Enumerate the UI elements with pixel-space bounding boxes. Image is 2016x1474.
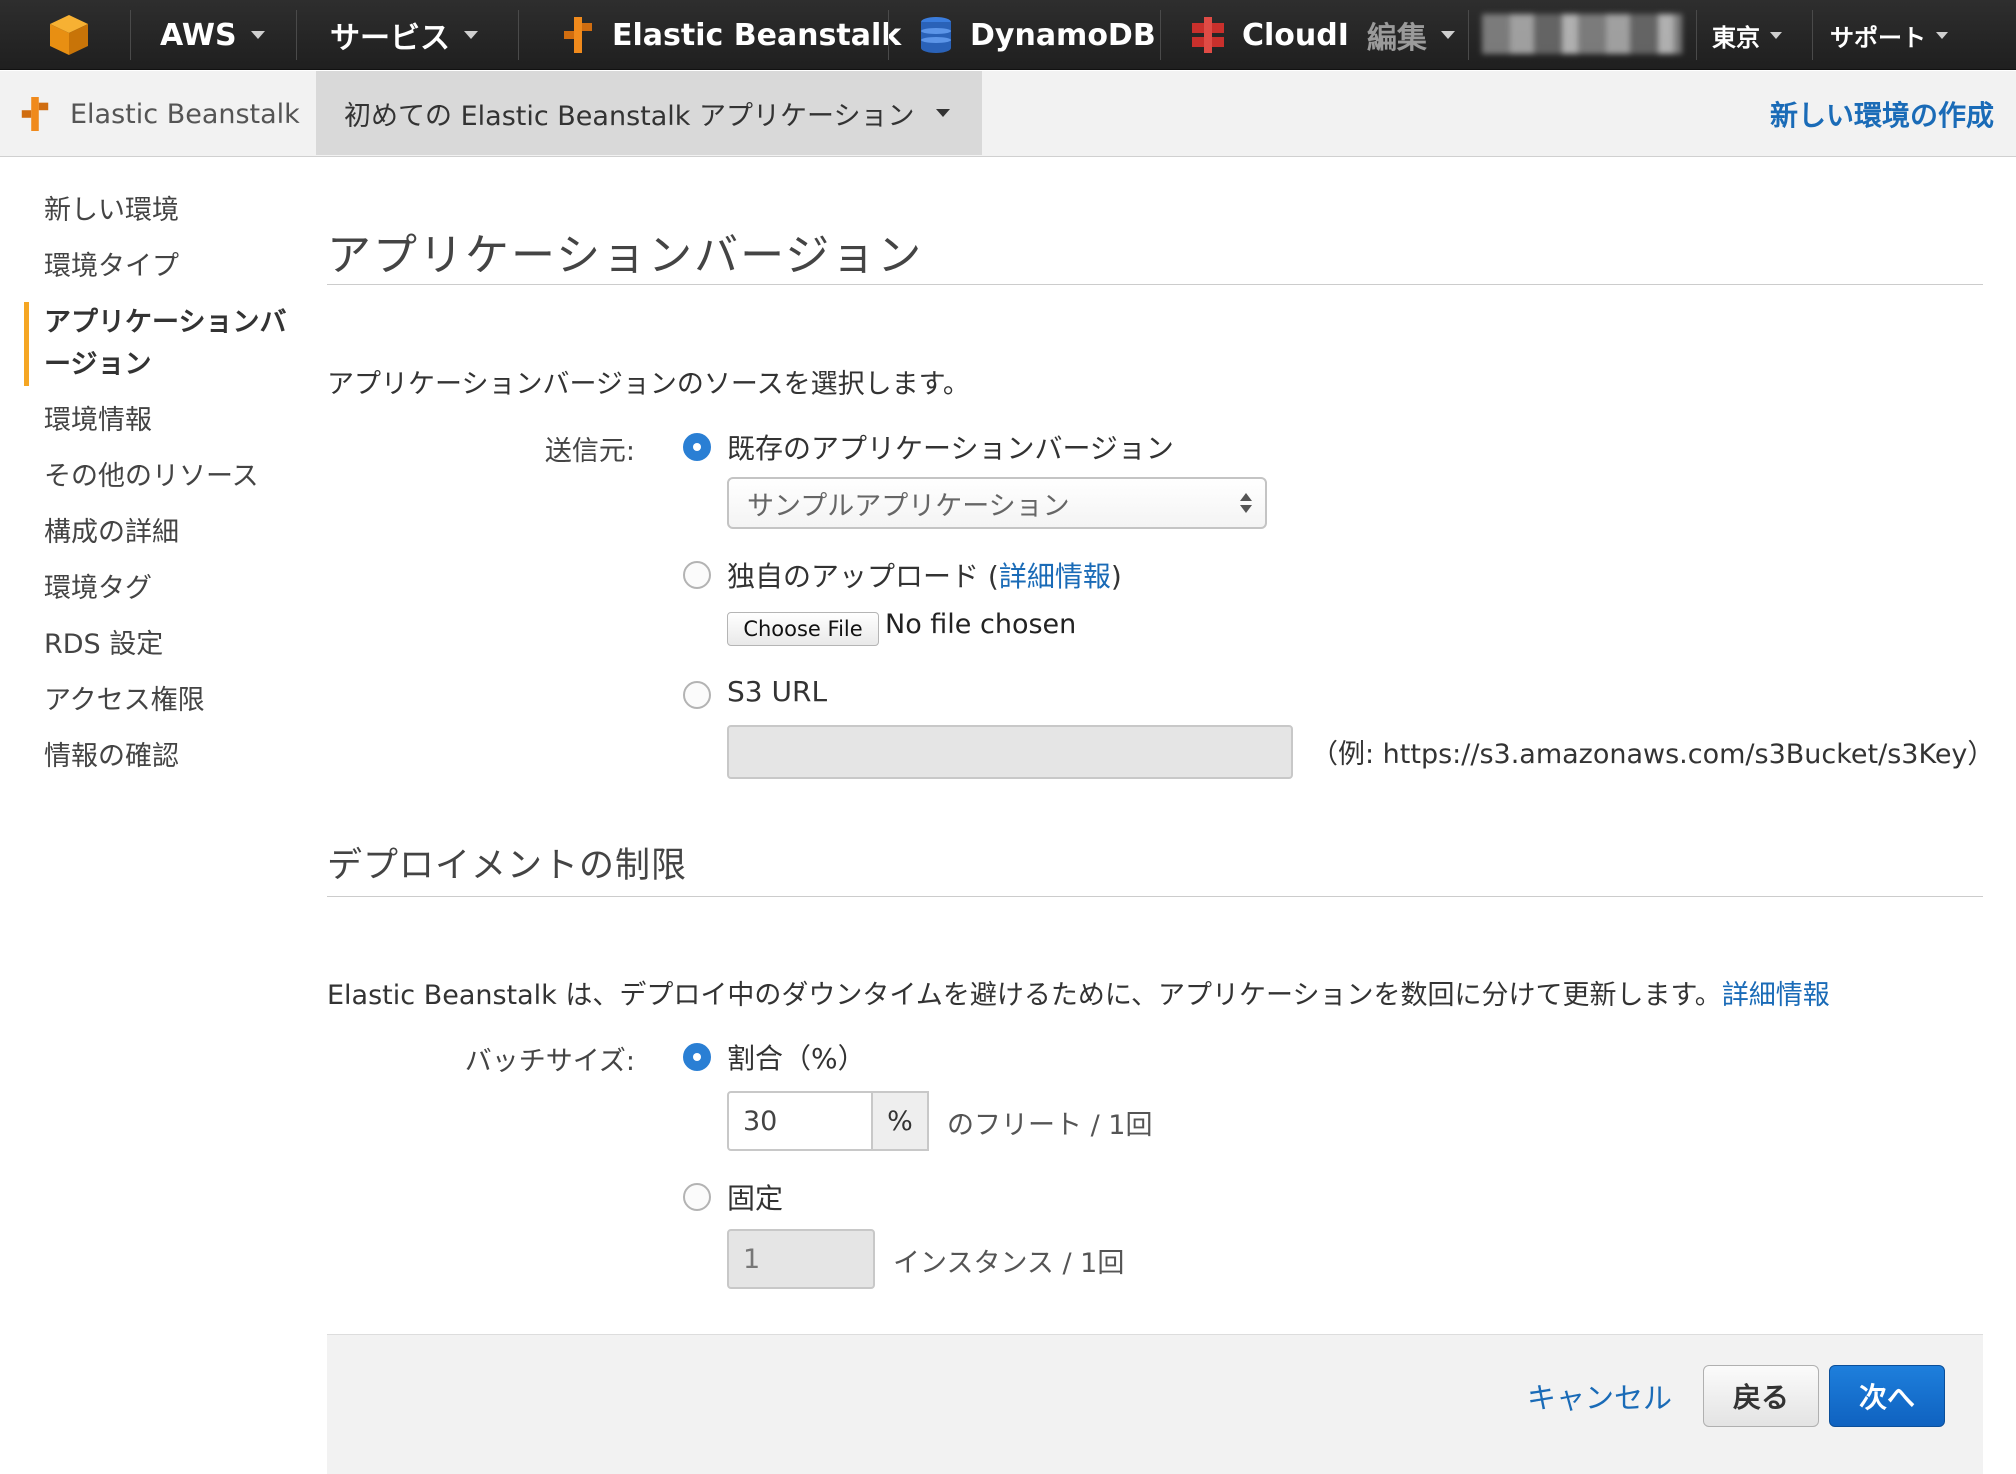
shortcut-label: Elastic Beanstalk bbox=[612, 17, 902, 53]
s3-url-option-label[interactable]: S3 URL bbox=[727, 675, 827, 708]
chevron-down-icon bbox=[464, 31, 478, 39]
wizard-step-permissions[interactable]: アクセス権限 bbox=[0, 680, 310, 722]
application-selector[interactable]: 初めての Elastic Beanstalk アプリケーション bbox=[316, 71, 982, 155]
batch-percent-unit: のフリート / 1回 bbox=[947, 1110, 1153, 1141]
batch-size-label: バッチサイズ: bbox=[464, 1046, 635, 1077]
application-version-title: アプリケーションバージョン bbox=[327, 230, 924, 281]
section-divider bbox=[327, 284, 1983, 285]
shortcut-label: CloudI bbox=[1242, 17, 1349, 53]
nav-divider bbox=[888, 10, 889, 60]
beanstalk-icon bbox=[564, 17, 592, 53]
paren-close: ) bbox=[1110, 560, 1122, 593]
top-navigation-bar: AWS サービス Elastic Beanstalk DynamoDB Clou… bbox=[0, 0, 2016, 70]
wizard-step-environment-tags[interactable]: 環境タグ bbox=[0, 568, 310, 610]
chevron-down-icon bbox=[936, 109, 951, 117]
deployment-more-info-link[interactable]: 詳細情報 bbox=[1722, 980, 1830, 1011]
section-divider bbox=[327, 896, 1983, 897]
existing-version-select-value: サンプルアプリケーション bbox=[747, 490, 1070, 522]
s3-url-radio[interactable] bbox=[683, 681, 711, 709]
batch-percent-radio[interactable] bbox=[683, 1043, 711, 1071]
shortcut-cloud-service[interactable]: CloudI 編集 bbox=[1190, 0, 1455, 70]
wizard-step-new-environment[interactable]: 新しい環境 bbox=[0, 190, 310, 232]
next-button[interactable]: 次へ bbox=[1829, 1365, 1945, 1427]
aws-home-icon-link[interactable] bbox=[48, 0, 90, 70]
nav-divider bbox=[1812, 10, 1813, 60]
support-menu[interactable]: サポート bbox=[1830, 0, 1948, 70]
wizard-steps-nav: 新しい環境 環境タイプ アプリケーションバージョン 環境情報 その他のリソース … bbox=[0, 190, 310, 792]
nav-divider bbox=[296, 10, 297, 60]
chevron-down-icon bbox=[1936, 31, 1948, 39]
wizard-step-environment-type[interactable]: 環境タイプ bbox=[0, 246, 310, 288]
chevron-down-icon bbox=[1770, 31, 1782, 39]
upload-radio[interactable] bbox=[683, 561, 711, 589]
upload-option[interactable]: 独自のアップロード (詳細情報) bbox=[727, 555, 1122, 595]
deployment-limits-text: Elastic Beanstalk は、デプロイ中のダウンタイムを避けるために、… bbox=[327, 980, 1722, 1011]
nav-divider bbox=[1160, 10, 1161, 60]
chevron-down-icon bbox=[250, 31, 265, 39]
nav-divider bbox=[1468, 10, 1469, 60]
shortcut-elastic-beanstalk[interactable]: Elastic Beanstalk bbox=[560, 0, 901, 70]
choose-file-button[interactable]: Choose File bbox=[727, 612, 879, 646]
wizard-step-rds-settings[interactable]: RDS 設定 bbox=[0, 624, 310, 666]
application-version-description: アプリケーションバージョンのソースを選択します。 bbox=[327, 369, 970, 400]
service-navigation-bar: Elastic Beanstalk 初めての Elastic Beanstalk… bbox=[0, 71, 2016, 157]
aws-menu-label: AWS bbox=[160, 17, 237, 53]
nav-divider bbox=[518, 10, 519, 60]
service-home-link[interactable]: Elastic Beanstalk bbox=[18, 71, 300, 157]
batch-fixed-unit: インスタンス / 1回 bbox=[893, 1248, 1125, 1279]
nav-divider bbox=[130, 10, 131, 60]
wizard-footer: キャンセル 戻る 次へ bbox=[327, 1334, 1983, 1474]
existing-version-select[interactable]: サンプルアプリケーション bbox=[727, 477, 1267, 529]
wizard-step-environment-info[interactable]: 環境情報 bbox=[0, 400, 310, 442]
upload-option-label: 独自のアップロード bbox=[727, 560, 980, 593]
existing-version-radio[interactable] bbox=[683, 433, 711, 461]
select-arrows-icon bbox=[1240, 493, 1252, 513]
upload-more-info-link[interactable]: 詳細情報 bbox=[999, 560, 1111, 593]
deployment-limits-title: デプロイメントの制限 bbox=[327, 846, 688, 886]
s3-url-input[interactable] bbox=[727, 725, 1293, 779]
back-button[interactable]: 戻る bbox=[1703, 1365, 1819, 1427]
region-menu[interactable]: 東京 bbox=[1712, 0, 1782, 70]
wizard-step-application-version[interactable]: アプリケーションバージョン bbox=[0, 302, 290, 386]
existing-version-option-label[interactable]: 既存のアプリケーションバージョン bbox=[727, 427, 1174, 467]
wizard-step-additional-resources[interactable]: その他のリソース bbox=[0, 456, 310, 498]
batch-fixed-radio[interactable] bbox=[683, 1183, 711, 1211]
dynamodb-icon bbox=[921, 17, 951, 53]
beanstalk-icon bbox=[21, 97, 49, 131]
support-label: サポート bbox=[1830, 23, 1926, 52]
percent-addon: % bbox=[873, 1091, 929, 1151]
wizard-step-configuration-details[interactable]: 構成の詳細 bbox=[0, 512, 310, 554]
paren-open: ( bbox=[979, 560, 999, 593]
deployment-limits-description: Elastic Beanstalk は、デプロイ中のダウンタイムを避けるために、… bbox=[327, 973, 1830, 1012]
application-selector-label: 初めての Elastic Beanstalk アプリケーション bbox=[344, 100, 915, 132]
cancel-link[interactable]: キャンセル bbox=[1527, 1375, 1672, 1417]
edit-shortcuts-label[interactable]: 編集 bbox=[1367, 13, 1427, 57]
batch-fixed-option-label[interactable]: 固定 bbox=[727, 1177, 783, 1217]
wizard-step-review[interactable]: 情報の確認 bbox=[0, 736, 310, 778]
service-brand-label: Elastic Beanstalk bbox=[70, 98, 300, 130]
account-menu-redacted[interactable] bbox=[1482, 14, 1682, 54]
shortcut-label: DynamoDB bbox=[970, 17, 1156, 53]
aws-cube-icon bbox=[50, 15, 88, 55]
services-menu-label: サービス bbox=[330, 21, 450, 56]
services-menu[interactable]: サービス bbox=[330, 0, 478, 70]
source-label: 送信元: bbox=[544, 436, 635, 467]
batch-percent-input[interactable]: 30 bbox=[727, 1091, 873, 1151]
batch-percent-option-label[interactable]: 割合（%） bbox=[727, 1037, 866, 1077]
shortcut-dynamodb[interactable]: DynamoDB bbox=[918, 0, 1156, 70]
create-environment-link[interactable]: 新しい環境の作成 bbox=[1770, 71, 1994, 157]
aws-menu[interactable]: AWS bbox=[160, 0, 265, 70]
cloud-service-icon bbox=[1192, 17, 1224, 53]
s3-url-example: （例: https://s3.amazonaws.com/s3Bucket/s3… bbox=[1311, 739, 1995, 770]
batch-fixed-input[interactable]: 1 bbox=[727, 1229, 875, 1289]
region-label: 東京 bbox=[1712, 23, 1760, 52]
nav-divider bbox=[1696, 10, 1697, 60]
chevron-down-icon bbox=[1440, 31, 1455, 39]
file-status-text: No file chosen bbox=[885, 609, 1077, 640]
